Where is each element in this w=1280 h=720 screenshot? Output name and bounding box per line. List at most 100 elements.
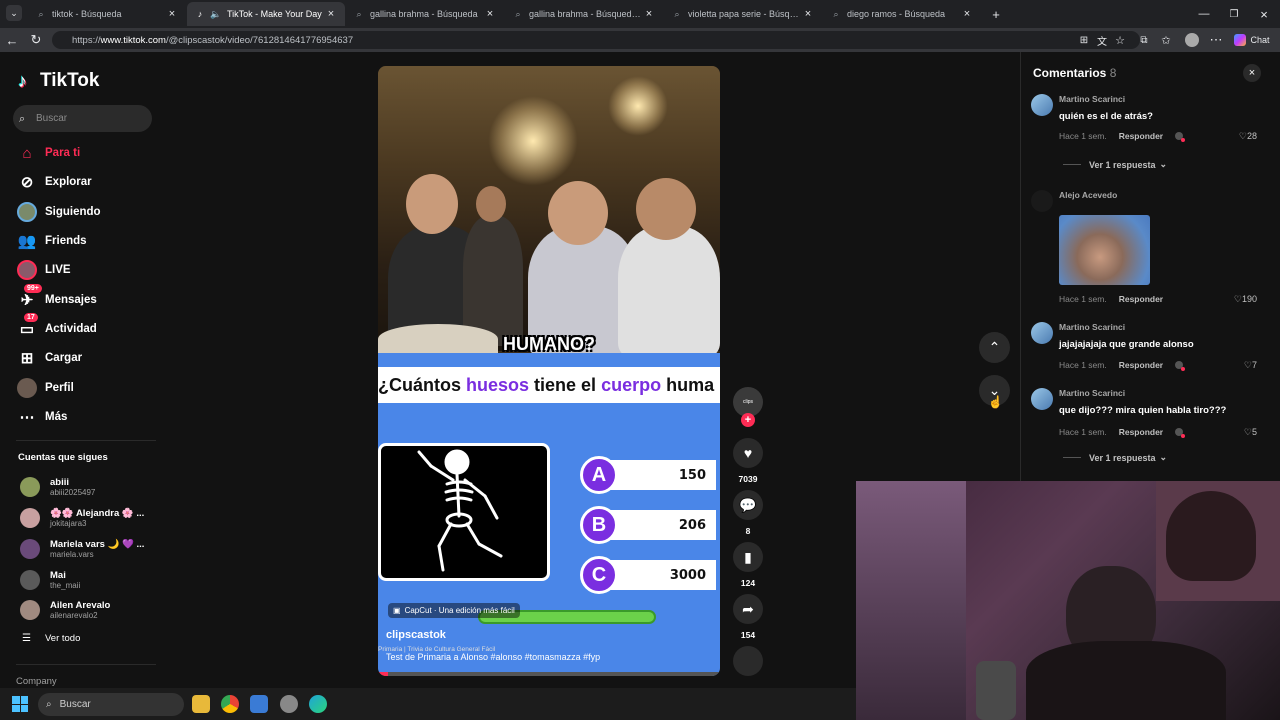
comment-image[interactable] bbox=[1059, 215, 1150, 285]
close-icon[interactable]: × bbox=[961, 8, 973, 20]
chrome-icon[interactable] bbox=[221, 695, 239, 713]
app-icon[interactable] bbox=[280, 695, 298, 713]
reply-button[interactable]: Responder bbox=[1119, 427, 1163, 437]
new-tab-button[interactable]: + bbox=[988, 6, 1004, 22]
close-icon[interactable]: × bbox=[643, 8, 655, 20]
reply-button[interactable]: Responder bbox=[1119, 131, 1163, 141]
following-account[interactable]: abiii abiii2025497 bbox=[20, 475, 95, 499]
company-link[interactable]: Company bbox=[16, 676, 57, 687]
avatar bbox=[20, 539, 40, 559]
comment-meta: Hace 1 sem. Responder bbox=[1059, 131, 1186, 142]
comment-like-button[interactable]: ♡7 bbox=[1244, 360, 1257, 371]
url-path: /@clipscastok/video/7612814641776954637 bbox=[165, 34, 354, 46]
friends-icon: 👥 bbox=[17, 233, 37, 250]
music-disc-button[interactable] bbox=[733, 646, 763, 676]
address-bar[interactable]: https://www.tiktok.com/@clipscastok/vide… bbox=[52, 31, 1140, 49]
favorite-star-icon[interactable]: ☆ bbox=[1112, 32, 1128, 48]
video-progress-bar[interactable] bbox=[378, 672, 720, 676]
view-replies-button[interactable]: Ver 1 respuesta ⌄ bbox=[1063, 159, 1167, 170]
following-account[interactable]: 🌸🌸 Alejandra 🌸 ... jokitajara3 bbox=[20, 506, 144, 530]
capcut-badge[interactable]: ▣ CapCut · Una edición más fácil bbox=[388, 603, 520, 618]
windows-start-icon[interactable] bbox=[12, 696, 28, 712]
follow-plus-button[interactable]: + bbox=[741, 413, 755, 427]
avatar[interactable] bbox=[1031, 322, 1053, 344]
save-button[interactable]: ▮ 124 bbox=[733, 542, 763, 588]
close-icon[interactable]: × bbox=[166, 8, 178, 20]
apps-icon[interactable]: ⊞ bbox=[1076, 32, 1092, 48]
tab-diego-ramos[interactable]: ⌕ diego ramos - Búsqueda × bbox=[823, 2, 981, 26]
reload-button[interactable]: ↻ bbox=[28, 32, 44, 48]
chevron-down-icon: ⌄ bbox=[1159, 159, 1168, 169]
tab-tiktok-search[interactable]: ⌕ tiktok - Búsqueda × bbox=[28, 2, 186, 26]
tiktok-logo[interactable]: ♪ TikTok bbox=[18, 70, 99, 92]
nav-mas[interactable]: ⋯ Más bbox=[16, 405, 68, 429]
tab-gallina-brahma[interactable]: ⌕ gallina brahma - Búsqueda × bbox=[346, 2, 504, 26]
nav-para-ti[interactable]: ⌂ Para ti bbox=[16, 141, 80, 165]
close-icon[interactable]: × bbox=[802, 8, 814, 20]
taskbar-search[interactable]: ⌕ Buscar bbox=[38, 693, 184, 716]
avatar bbox=[20, 600, 40, 620]
profile-icon[interactable] bbox=[1184, 32, 1200, 48]
comment-like-button[interactable]: ♡28 bbox=[1239, 131, 1257, 142]
tab-violetta[interactable]: ⌕violetta papa serie - Búsqueda Im× bbox=[664, 2, 822, 26]
video-player[interactable]: HUMANO? ¿Cuántos huesos tiene el cuerpo … bbox=[378, 66, 720, 676]
heart-outline-icon: ♡ bbox=[1238, 131, 1247, 141]
comment-username[interactable]: Martino Scarinci bbox=[1059, 94, 1125, 104]
following-account[interactable]: Mariela vars 🌙 💜 ... mariela.vars bbox=[20, 537, 144, 561]
nav-actividad[interactable]: ▭ 17 Actividad bbox=[16, 313, 97, 341]
see-all-link[interactable]: ☰ Ver todo bbox=[22, 633, 80, 644]
following-account[interactable]: Ailen Arevalo ailenarevalo2 bbox=[20, 598, 110, 622]
share-button[interactable]: ➦ 154 bbox=[733, 594, 763, 640]
back-button[interactable]: ← bbox=[4, 32, 20, 48]
previous-video-button[interactable]: ⌃ bbox=[979, 332, 1010, 363]
more-menu-icon[interactable]: ⋯ bbox=[1208, 32, 1224, 48]
file-explorer-icon[interactable] bbox=[192, 695, 210, 713]
favorites-icon[interactable]: ✩ bbox=[1158, 32, 1174, 48]
close-icon[interactable]: × bbox=[325, 8, 337, 20]
translate-icon[interactable]: 文 bbox=[1094, 32, 1110, 48]
nav-siguiendo[interactable]: Siguiendo bbox=[16, 200, 101, 224]
tab-list-button[interactable]: ⌄ bbox=[6, 5, 22, 21]
comment-username[interactable]: Martino Scarinci bbox=[1059, 388, 1125, 398]
nav-live[interactable]: LIVE bbox=[16, 258, 71, 282]
profile-avatar-icon bbox=[16, 377, 38, 399]
nav-explorar[interactable]: ⊘ Explorar bbox=[16, 170, 92, 194]
video-description: Test de Primaria a Alonso #alonso #tomas… bbox=[386, 652, 601, 662]
reply-button[interactable]: Responder bbox=[1119, 360, 1163, 370]
tab-tiktok-active[interactable]: ♪ 🔈 TikTok - Make Your Day × bbox=[187, 2, 345, 26]
search-input[interactable]: ⌕ Buscar bbox=[13, 105, 152, 132]
comment-username[interactable]: Alejo Acevedo bbox=[1059, 190, 1117, 200]
like-button[interactable]: ♥ 7039 bbox=[733, 438, 763, 484]
minimize-button[interactable]: — bbox=[1196, 6, 1212, 22]
tab-gallina-brahma-images[interactable]: ⌕gallina brahma - Búsqueda Imáge× bbox=[505, 2, 663, 26]
nav-mensajes[interactable]: ✈ 99+ Mensajes bbox=[16, 284, 97, 312]
video-progress-fill bbox=[378, 672, 389, 676]
comment-item: Alejo Acevedo Hace 1 sem. Responder ♡190 bbox=[1031, 190, 1271, 305]
comment-item: Martino Scarinci jajajajajaja que grande… bbox=[1031, 322, 1271, 372]
view-replies-button[interactable]: Ver 1 respuesta ⌄ bbox=[1063, 452, 1167, 463]
url-prefix: https:// bbox=[72, 34, 101, 46]
avatar[interactable] bbox=[1031, 94, 1053, 116]
extensions-icon[interactable]: ⧉ bbox=[1136, 32, 1152, 48]
avatar[interactable] bbox=[1031, 190, 1053, 212]
comment-like-button[interactable]: ♡190 bbox=[1234, 294, 1257, 305]
speaker-icon[interactable]: 🔈 bbox=[210, 9, 221, 19]
avatar[interactable] bbox=[1031, 388, 1053, 410]
copilot-chat-button[interactable]: Chat bbox=[1232, 32, 1272, 48]
comment-username[interactable]: Martino Scarinci bbox=[1059, 322, 1125, 332]
heart-outline-icon: ♡ bbox=[1243, 360, 1252, 370]
restore-button[interactable]: ❐ bbox=[1226, 6, 1242, 22]
comment-like-button[interactable]: ♡5 bbox=[1244, 427, 1257, 438]
comment-button[interactable]: 💬 8 bbox=[733, 490, 763, 536]
nav-perfil[interactable]: Perfil bbox=[16, 376, 74, 400]
window-close-button[interactable]: × bbox=[1256, 6, 1272, 22]
reply-button[interactable]: Responder bbox=[1119, 294, 1163, 304]
following-account[interactable]: Mai the_maii bbox=[20, 568, 80, 592]
photos-icon[interactable] bbox=[250, 695, 268, 713]
nav-friends[interactable]: 👥 Friends bbox=[16, 229, 87, 253]
edge-icon[interactable] bbox=[309, 695, 327, 713]
video-author[interactable]: clipscastok bbox=[386, 629, 446, 641]
nav-cargar[interactable]: ⊞ Cargar bbox=[16, 346, 82, 370]
close-icon[interactable]: × bbox=[484, 8, 496, 20]
close-comments-button[interactable]: × bbox=[1243, 64, 1261, 82]
